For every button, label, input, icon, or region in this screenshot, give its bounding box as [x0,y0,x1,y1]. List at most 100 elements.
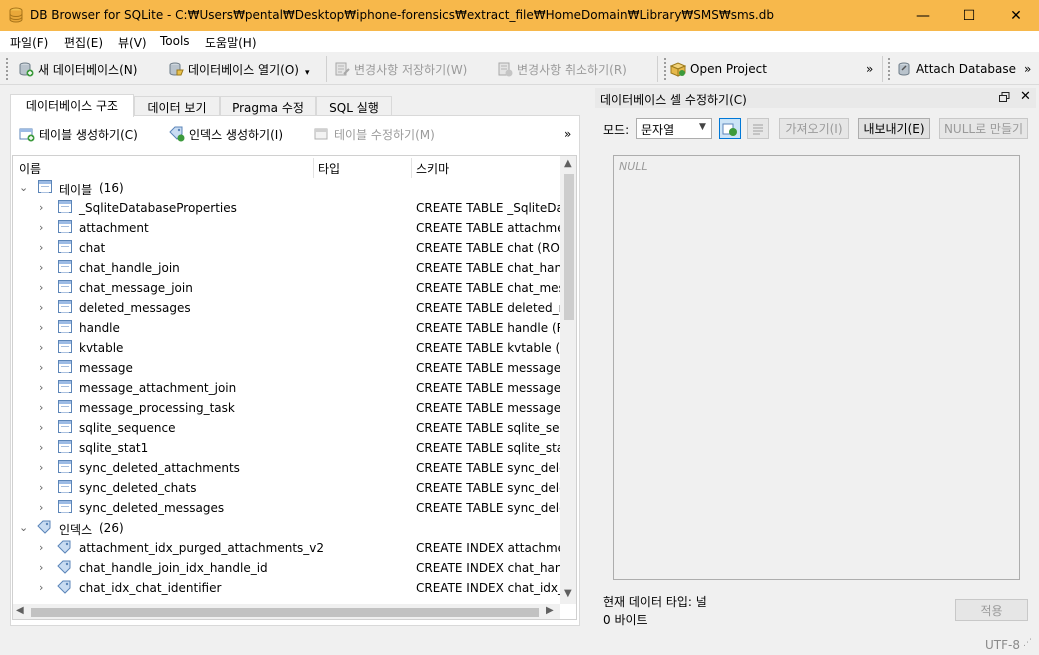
chevron-right-icon[interactable]: › [39,541,49,554]
minimize-button[interactable]: — [900,0,946,31]
chevron-right-icon[interactable]: › [39,441,49,454]
import-button[interactable]: 가져오기(I) [779,118,849,139]
toolbar-grip[interactable] [6,58,9,80]
toolbar-separator [326,56,327,82]
tab-execute-sql[interactable]: SQL 실행 [316,96,392,116]
float-dock-icon[interactable] [999,92,1010,103]
table-row[interactable]: › kvtable CREATE TABLE kvtable (ROWID [13,338,560,358]
table-row[interactable]: › chat_handle_join CREATE TABLE chat_handl… [13,258,560,278]
horizontal-scroll-thumb[interactable] [31,608,539,617]
table-row[interactable]: › handle CREATE TABLE handle (ROWID [13,318,560,338]
attach-database-button[interactable]: Attach Database [896,58,1016,80]
vertical-scrollbar[interactable]: ▲ ▼ [560,156,576,604]
tree-group-indexes[interactable]: ⌄ 인덱스 (26) [13,518,560,538]
menu-file[interactable]: 파일(F) [10,34,48,51]
table-row[interactable]: › chat_message_join CREATE TABLE chat_mess… [13,278,560,298]
tab-database-structure[interactable]: 데이터베이스 구조 [10,94,134,117]
menu-tools[interactable]: Tools [160,34,190,48]
index-row[interactable]: › chat_handle_join_idx_handle_id CREATE IN… [13,558,560,578]
tree-item-schema: CREATE TABLE message (ROWID [416,361,560,375]
scroll-up-arrow-icon[interactable]: ▲ [564,158,572,169]
revert-changes-button[interactable]: 변경사항 취소하기(R) [497,58,627,80]
table-row[interactable]: › sync_deleted_messages CREATE TABLE sync_… [13,498,560,518]
menu-edit[interactable]: 편집(E) [64,34,103,51]
apply-button[interactable]: 적용 [955,599,1028,621]
chevron-right-icon[interactable]: › [39,581,49,594]
new-database-button[interactable]: 새 데이터베이스(N) [18,58,137,80]
table-row[interactable]: › chat CREATE TABLE chat (ROWID [13,238,560,258]
maximize-button[interactable]: ☐ [946,0,992,31]
column-header-schema[interactable]: 스키마 [416,156,449,178]
table-row[interactable]: › sync_deleted_attachments CREATE TABLE sy… [13,458,560,478]
schema-tree[interactable]: 이름 타입 스키마 ⌄ 테이블 (16) › _SqliteDatabaseProper… [12,155,577,620]
open-project-button[interactable]: Open Project [670,58,767,80]
horizontal-scrollbar[interactable]: ◀ ▶ [13,604,560,619]
table-row[interactable]: › message CREATE TABLE message (ROWID [13,358,560,378]
chevron-right-icon[interactable]: › [39,401,49,414]
scroll-right-arrow-icon[interactable]: ▶ [546,605,554,616]
column-header-type[interactable]: 타입 [318,156,340,178]
toolbar-grip[interactable] [888,58,891,80]
vertical-scroll-thumb[interactable] [564,174,574,320]
index-row[interactable]: › attachment_idx_purged_attachments_v2 CRE… [13,538,560,558]
chevron-right-icon[interactable]: › [39,501,49,514]
close-button[interactable]: ✕ [993,0,1039,31]
chevron-right-icon[interactable]: › [39,201,49,214]
table-row[interactable]: › deleted_messages CREATE TABLE deleted_me… [13,298,560,318]
chevron-right-icon[interactable]: › [39,321,49,334]
table-row[interactable]: › sqlite_stat1 CREATE TABLE sqlite_stat1( [13,438,560,458]
menu-help[interactable]: 도움말(H) [205,34,257,51]
index-row[interactable]: › chat_idx_chat_identifier CREATE INDEX ch… [13,578,560,598]
create-table-button[interactable]: 테이블 생성하기(C) [19,124,138,144]
create-index-button[interactable]: 인덱스 생성하기(I) [169,124,283,144]
tree-item-schema: CREATE TABLE _SqliteDatabaseProperties [416,201,560,215]
set-null-button[interactable]: NULL로 만들기 [939,118,1028,139]
chevron-right-icon[interactable]: › [39,281,49,294]
chevron-down-icon[interactable]: ▾ [305,68,310,78]
resize-grip-icon[interactable]: ⋰ [1023,639,1035,652]
toolbar-overflow-button[interactable]: » [866,58,873,80]
cell-editor-textarea[interactable]: NULL [613,155,1020,580]
chevron-right-icon[interactable]: › [39,461,49,474]
table-row[interactable]: › message_attachment_join CREATE TABLE mes… [13,378,560,398]
table-icon [58,380,72,393]
table-row[interactable]: › _SqliteDatabaseProperties CREATE TABLE _… [13,198,560,218]
table-row[interactable]: › sqlite_sequence CREATE TABLE sqlite_sequ… [13,418,560,438]
menu-view[interactable]: 뷰(V) [118,34,147,51]
table-icon [58,260,72,273]
close-dock-icon[interactable]: ✕ [1020,89,1031,104]
column-header-name[interactable]: 이름 [19,156,41,178]
chevron-right-icon[interactable]: › [39,361,49,374]
chevron-right-icon[interactable]: › [39,261,49,274]
toolbar-overflow-button[interactable]: » [1024,58,1031,80]
auto-switch-mode-button[interactable] [719,118,741,139]
mode-select[interactable]: 문자열 ▼ [636,118,712,139]
word-wrap-button[interactable] [747,118,769,139]
chevron-right-icon[interactable]: › [39,241,49,254]
write-changes-button[interactable]: 변경사항 저장하기(W) [334,58,467,80]
tab-browse-data[interactable]: 데이터 보기 [134,96,220,116]
scroll-left-arrow-icon[interactable]: ◀ [16,605,24,616]
structure-overflow-button[interactable]: » [564,124,571,144]
toolbar-separator [882,56,883,82]
table-row[interactable]: › attachment CREATE TABLE attachment [13,218,560,238]
chevron-right-icon[interactable]: › [39,421,49,434]
open-database-button[interactable]: 데이터베이스 열기(O) ▾ [168,58,309,80]
chevron-right-icon[interactable]: › [39,481,49,494]
chevron-right-icon[interactable]: › [39,341,49,354]
chevron-right-icon[interactable]: › [39,561,49,574]
toolbar-grip[interactable] [664,58,667,80]
table-icon [58,340,72,353]
table-row[interactable]: › message_processing_task CREATE TABLE mes… [13,398,560,418]
chevron-right-icon[interactable]: › [39,221,49,234]
modify-table-button[interactable]: 테이블 수정하기(M) [314,124,435,144]
chevron-right-icon[interactable]: › [39,301,49,314]
chevron-right-icon[interactable]: › [39,381,49,394]
table-row[interactable]: › sync_deleted_chats CREATE TABLE sync_del… [13,478,560,498]
tab-edit-pragmas[interactable]: Pragma 수정 [220,96,316,116]
tree-group-tables[interactable]: ⌄ 테이블 (16) [13,178,560,198]
chevron-down-icon[interactable]: ⌄ [19,181,29,194]
chevron-down-icon[interactable]: ⌄ [19,521,29,534]
scroll-down-arrow-icon[interactable]: ▼ [564,588,572,599]
export-button[interactable]: 내보내기(E) [858,118,930,139]
